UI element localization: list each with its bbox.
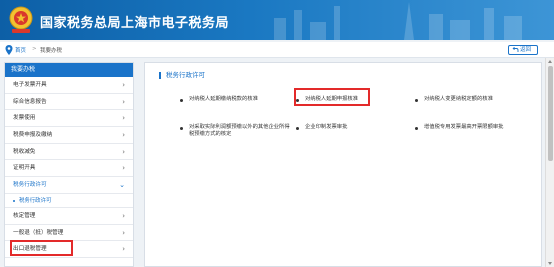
sidebar-item-label: 综合信息报告 <box>13 98 47 105</box>
sidebar-item-info-report[interactable]: 综合信息报告 › <box>5 94 133 111</box>
sidebar-item-label: 税收减免 <box>13 148 36 155</box>
scrollbar-thumb[interactable] <box>548 66 553 161</box>
page-scrollbar[interactable] <box>545 58 554 267</box>
chevron-right-icon: › <box>122 164 125 173</box>
city-skyline-graphic <box>274 2 522 40</box>
chevron-right-icon: › <box>122 97 125 106</box>
highlight-box <box>10 240 73 256</box>
chevron-right-icon: › <box>122 211 125 220</box>
breadcrumb-separator: > <box>32 46 37 52</box>
section-title: 税务行政许可 <box>159 72 205 79</box>
back-button[interactable]: 返回 <box>508 45 538 55</box>
link-label: 企业印制发票审批 <box>305 124 348 130</box>
breadcrumb: 首页 > 我要办税 返回 <box>0 42 554 58</box>
bullet-dot-icon <box>415 126 418 130</box>
bullet-dot-icon <box>180 126 183 130</box>
portal-title: 国家税务总局上海市电子税务局 <box>40 16 230 31</box>
chevron-right-icon: › <box>122 131 125 140</box>
bullet-dot-icon <box>415 98 418 102</box>
return-arrow-icon <box>512 47 519 52</box>
bullet-dot-icon <box>180 98 183 102</box>
sidebar-heading: 我要办税 <box>5 63 133 77</box>
sidebar-item-tax-filing[interactable]: 税费申报及缴纳 › <box>5 127 133 144</box>
chevron-right-icon: › <box>122 228 125 237</box>
breadcrumb-current: 我要办税 <box>40 48 63 54</box>
scroll-down-arrow-icon[interactable] <box>548 262 552 265</box>
link-quota-change[interactable]: 对纳税人变更纳税定额的核准 <box>415 96 528 103</box>
sidebar-subitem-label: 税务行政许可 <box>19 197 52 204</box>
link-deferred-payment[interactable]: 对纳税人延期缴纳税款的核准 <box>180 96 293 103</box>
tax-bureau-emblem-icon <box>9 6 33 33</box>
sidebar-item-label: 证明开具 <box>13 165 36 172</box>
sidebar-item-tax-relief[interactable]: 税收减免 › <box>5 144 133 161</box>
main-content-panel: 税务行政许可 对纳税人延期缴纳税款的核准 对纳税人延期申报核准 对纳税人变更纳税… <box>144 62 542 267</box>
link-invoice-printing[interactable]: 企业印制发票审批 <box>296 124 385 131</box>
link-label: 对纳税人变更纳税定额的核准 <box>424 96 493 102</box>
chevron-right-icon: › <box>122 245 125 254</box>
header-bar: 国家税务总局上海市电子税务局 <box>0 0 554 40</box>
back-button-label: 返回 <box>520 47 532 53</box>
scroll-up-arrow-icon[interactable] <box>548 60 552 63</box>
sidebar-item-label: 税费申报及缴纳 <box>13 132 53 139</box>
link-label: 对采取实际利润额预缴以外的其他企业所得税预缴方式的核定 <box>189 124 290 137</box>
sidebar-item-admin-license[interactable]: 税务行政许可 ⌄ <box>5 177 133 194</box>
sidebar-item-label: 核定管理 <box>13 212 36 219</box>
bullet-dot-icon <box>13 199 15 202</box>
sidebar-item-invoice-use[interactable]: 发票使用 › <box>5 110 133 128</box>
sidebar-item-refund[interactable]: 一般退（抵）税管理 › <box>5 225 133 242</box>
sidebar-item-label: 电子发票开具 <box>13 82 47 88</box>
sidebar-item-label: 税务行政许可 <box>13 182 47 189</box>
chevron-right-icon: › <box>122 147 125 156</box>
sidebar-menu: 我要办税 电子发票开具 › 综合信息报告 › 发票使用 › 税费申报及缴纳 › 税收减免… <box>4 62 134 267</box>
link-vat-invoice-limit[interactable]: 增值税专用发票最高开票限额审批 <box>415 124 536 131</box>
sidebar-item-assessment[interactable]: 核定管理 › <box>5 208 133 225</box>
sidebar-item-label: 发票使用 <box>13 115 36 122</box>
chevron-right-icon: › <box>122 81 125 89</box>
location-pin-icon <box>5 45 13 55</box>
link-prepayment-method[interactable]: 对采取实际利润额预缴以外的其他企业所得税预缴方式的核定 <box>180 124 293 138</box>
sidebar-subitem-admin-license[interactable]: 税务行政许可 <box>5 194 133 208</box>
bullet-dot-icon <box>296 126 299 130</box>
chevron-right-icon: › <box>122 114 125 123</box>
breadcrumb-home-link[interactable]: 首页 <box>15 46 26 54</box>
sidebar-item-label: 一般退（抵）税管理 <box>13 229 64 236</box>
link-label: 对纳税人延期缴纳税款的核准 <box>189 96 258 102</box>
link-label: 增值税专用发票最高开票限额审批 <box>424 124 504 130</box>
highlight-box <box>294 88 370 106</box>
sidebar-item-e-invoice[interactable]: 电子发票开具 › <box>5 77 133 94</box>
sidebar-item-certificate[interactable]: 证明开具 › <box>5 160 133 178</box>
chevron-down-icon: ⌄ <box>119 181 125 190</box>
